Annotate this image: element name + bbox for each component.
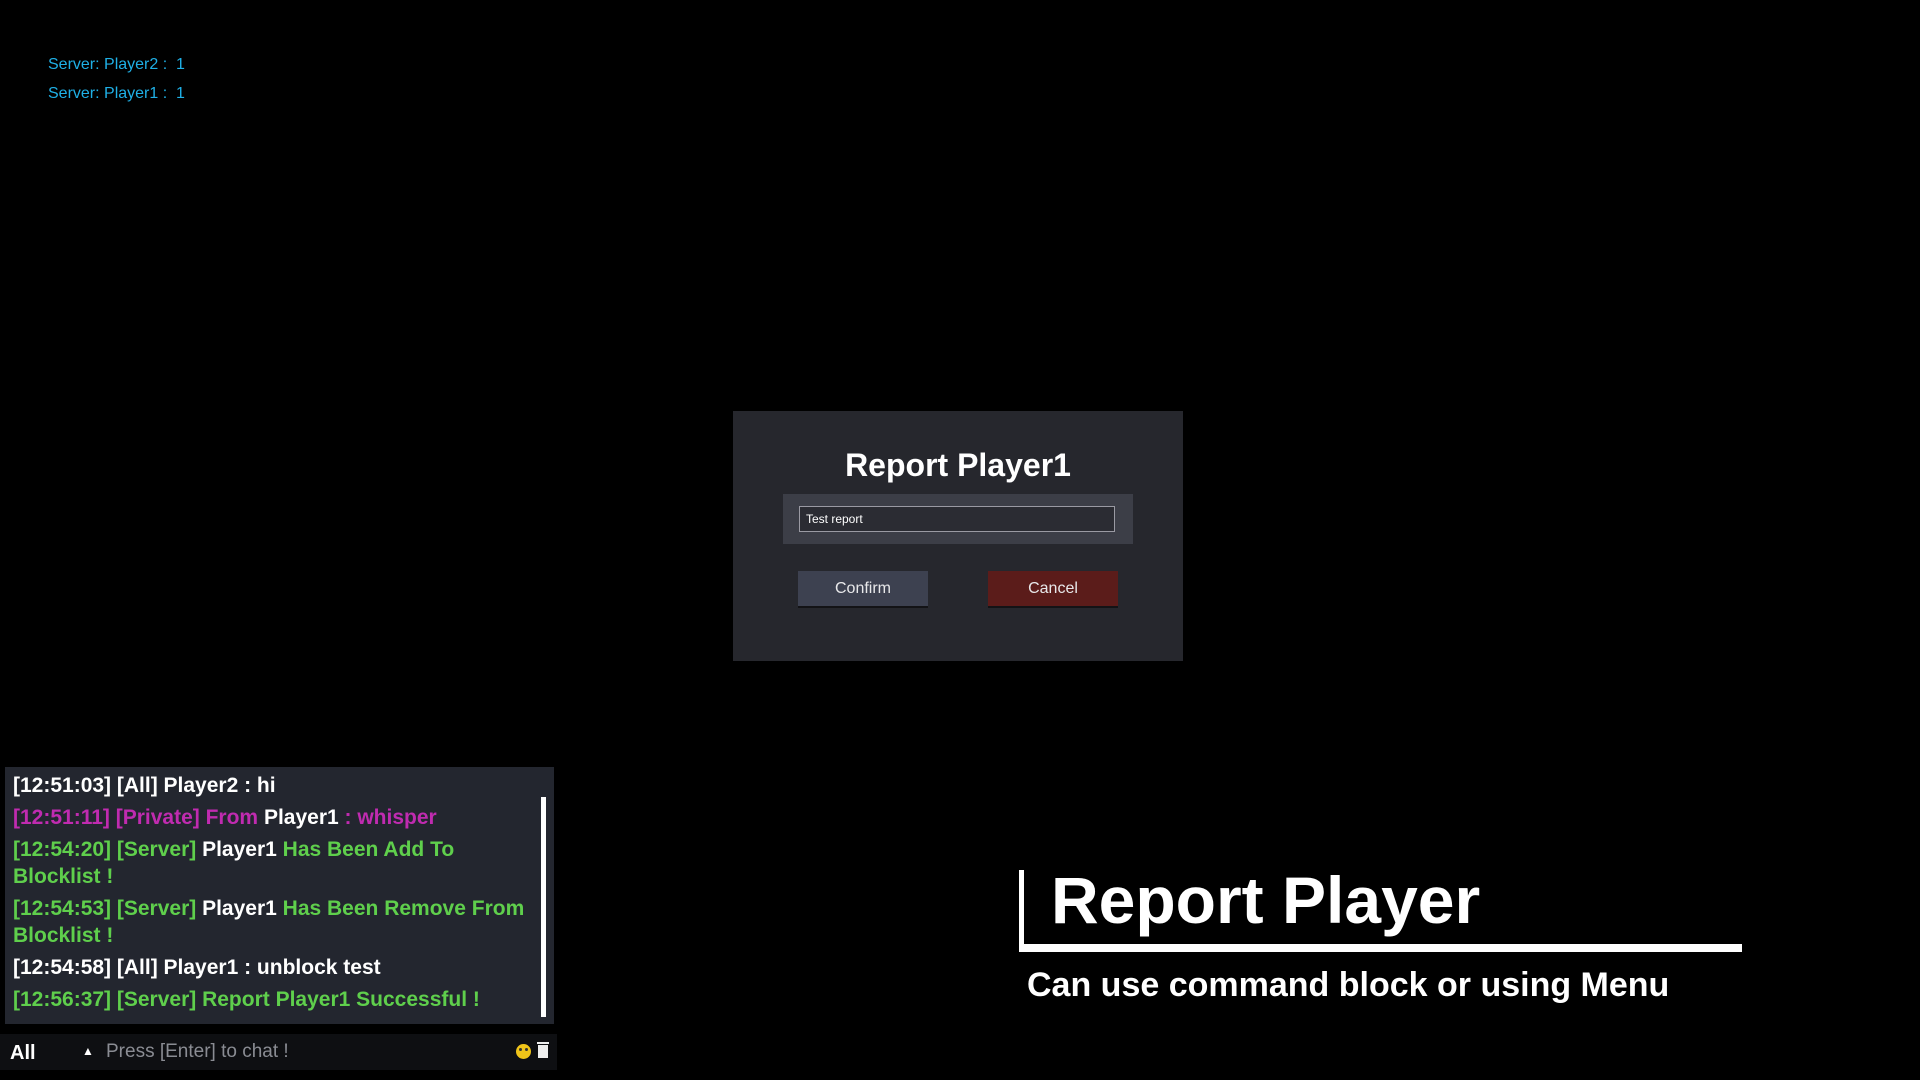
banner-subtitle: Can use command block or using Menu (1027, 966, 1670, 1004)
chat-panel: [12:51:03] [All] Player2 : hi [12:51:11] … (5, 767, 554, 1024)
report-reason-input[interactable] (799, 506, 1115, 532)
trash-icon[interactable] (537, 1042, 549, 1058)
confirm-button[interactable]: Confirm (798, 571, 928, 606)
chat-message-segment: [12:54:20] [Server] (13, 838, 203, 861)
cancel-button[interactable]: Cancel (988, 571, 1118, 606)
caret-up-icon[interactable]: ▲ (82, 1044, 94, 1058)
chat-message: [12:51:03] [All] Player2 : hi (13, 772, 533, 799)
chat-input-bar: All ▲ Press [Enter] to chat ! (0, 1034, 557, 1070)
report-dialog: Report Player1 Confirm Cancel (733, 411, 1183, 661)
chat-message-segment: [12:51:03] [All] Player2 : hi (13, 774, 276, 797)
chat-message-segment: Player1 (202, 897, 277, 920)
chat-message-segment: [12:54:53] [Server] (13, 897, 203, 920)
report-input-container (783, 494, 1133, 544)
banner-underline (1019, 944, 1742, 952)
chat-messages: [12:51:03] [All] Player2 : hi [12:51:11] … (13, 772, 533, 1018)
chat-message-segment: Player1 (263, 806, 339, 829)
chat-message-segment: [12:51:11] [Private] From (13, 806, 264, 829)
server-score-line: Server: Player2 : 1 (48, 56, 185, 73)
chat-scrollbar[interactable] (541, 797, 546, 1017)
chat-message: [12:56:37] [Server] Report Player1 Succe… (13, 986, 533, 1013)
chat-message: [12:54:20] [Server] Player1 Has Been Add… (13, 836, 533, 890)
chat-message-segment: : whisper (338, 806, 437, 829)
chat-input[interactable]: Press [Enter] to chat ! (106, 1041, 289, 1063)
chat-message-segment: [12:54:58] [All] Player1 : unblock test (13, 956, 381, 979)
chat-message: [12:51:11] [Private] From Player1 : whis… (13, 804, 533, 831)
emoji-icon[interactable] (516, 1044, 531, 1059)
banner-title: Report Player (1051, 863, 1481, 937)
chat-message-segment: Player1 (202, 838, 277, 861)
dialog-title: Report Player1 (845, 447, 1071, 483)
server-score-list: Server: Player2 : 1 Server: Player1 : 1 (48, 50, 185, 108)
server-score-line: Server: Player1 : 1 (48, 85, 185, 102)
chat-message-segment: [12:56:37] [Server] Report Player1 Succe… (13, 988, 480, 1011)
chat-channel-selector[interactable]: All (10, 1042, 36, 1065)
chat-message: [12:54:53] [Server] Player1 Has Been Rem… (13, 895, 533, 949)
chat-message: [12:54:58] [All] Player1 : unblock test (13, 954, 533, 981)
banner-accent-bar (1019, 870, 1024, 950)
